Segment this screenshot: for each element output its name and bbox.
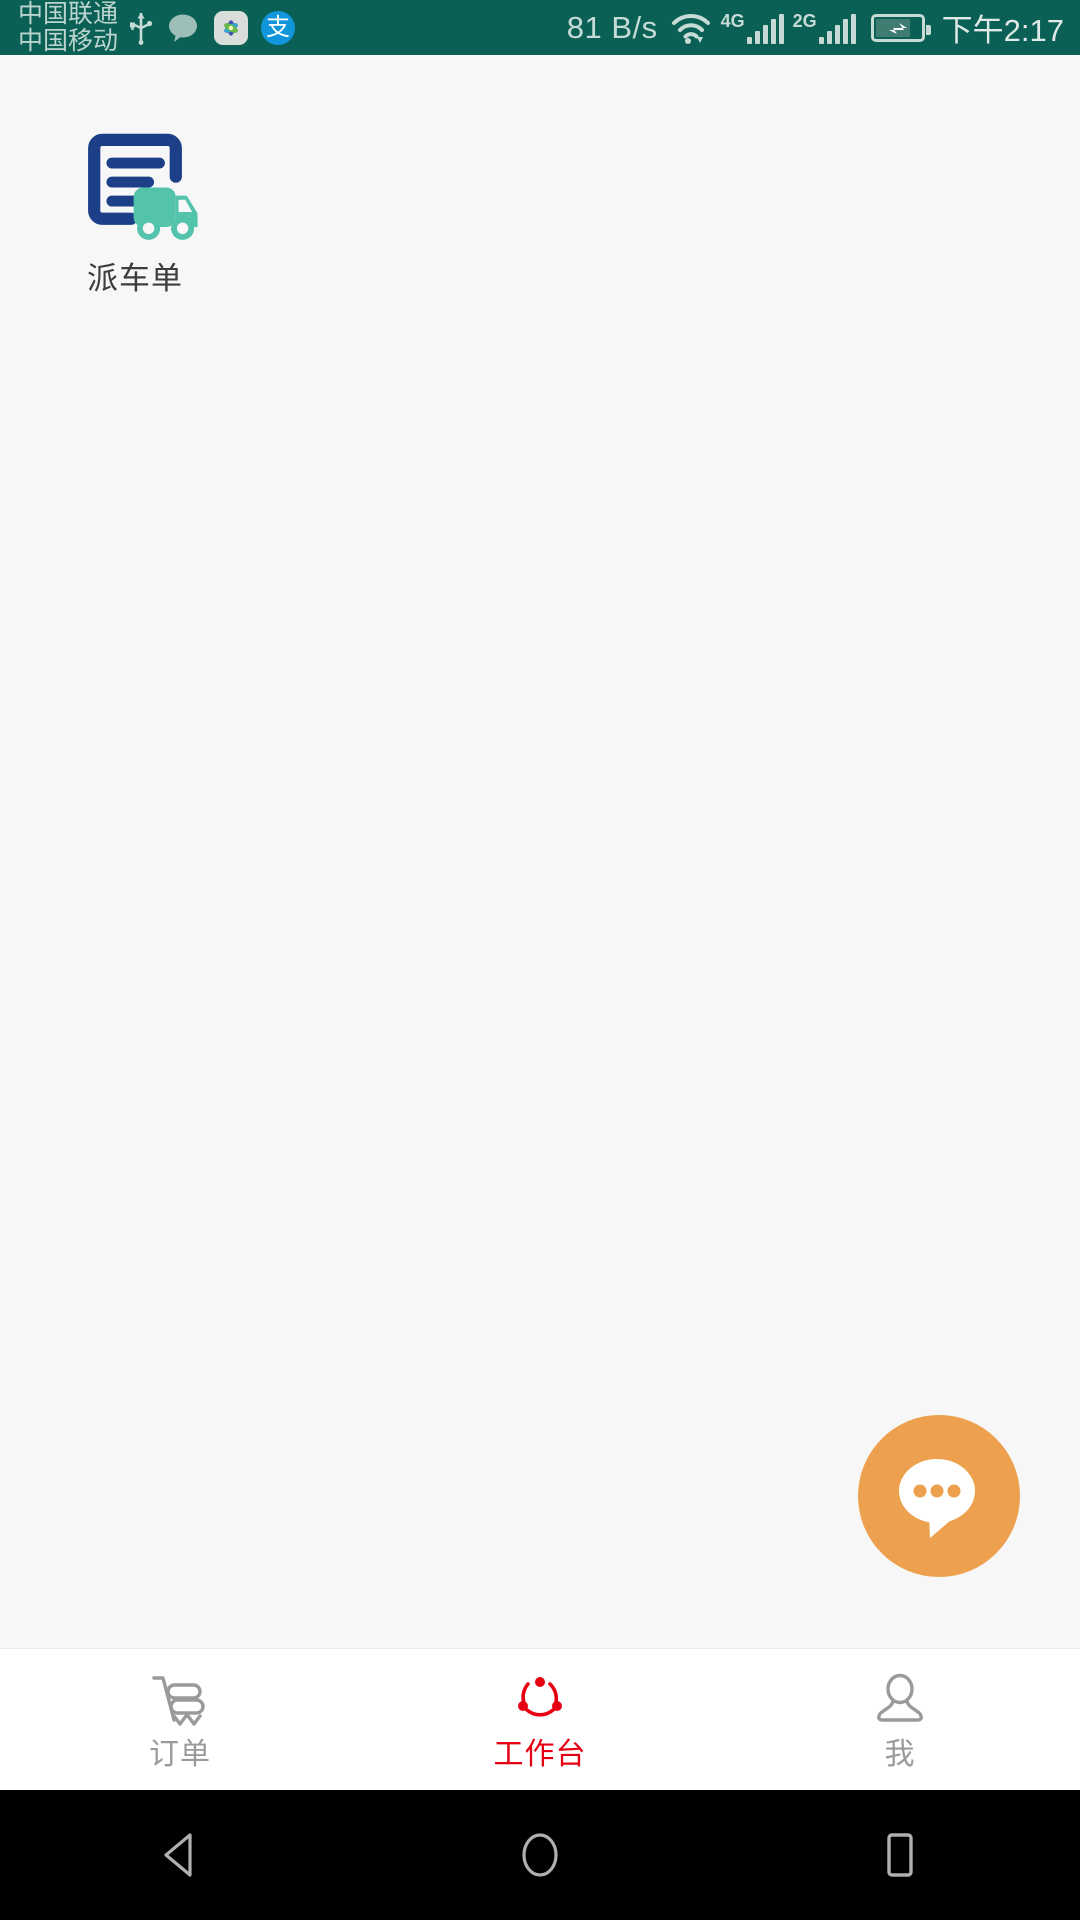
workbench-circle-icon <box>509 1670 571 1732</box>
network-speed-label: 81 B/s <box>566 9 658 45</box>
phone-screen: 中国联通 中国移动 支 81 B/s 4G 2G 下午2:17 派车单 订单 工… <box>0 0 1080 1920</box>
person-icon <box>869 1670 931 1732</box>
app-label-dispatch-order: 派车单 <box>87 261 183 296</box>
tab-orders[interactable]: 订单 <box>0 1649 360 1791</box>
recents-button[interactable] <box>820 1790 980 1920</box>
sim1-signal: 4G <box>721 12 784 44</box>
tab-label-profile: 我 <box>884 1737 916 1771</box>
sim2-signal-bars <box>818 13 856 44</box>
carrier-labels: 中国联通 中国移动 <box>18 0 119 55</box>
home-circle-icon <box>512 1827 568 1883</box>
shopping-cart-icon <box>149 1670 211 1732</box>
status-bar-left-icons: 支 <box>128 10 296 45</box>
usb-icon <box>128 11 154 45</box>
chat-fab[interactable] <box>858 1415 1020 1577</box>
photos-icon <box>214 10 249 45</box>
tab-label-workbench: 工作台 <box>493 1737 587 1771</box>
app-tile-dispatch-order[interactable]: 派车单 <box>0 110 270 297</box>
alipay-icon: 支 <box>261 10 296 45</box>
recents-square-icon <box>872 1827 928 1883</box>
home-button[interactable] <box>460 1790 620 1920</box>
status-bar-right: 81 B/s 4G 2G 下午2:17 <box>567 5 1064 50</box>
sim2-signal: 2G <box>793 12 856 44</box>
dispatch-order-truck-icon <box>67 110 203 246</box>
sim2-network-label: 2G <box>792 10 817 31</box>
back-triangle-icon <box>152 1827 208 1883</box>
back-button[interactable] <box>100 1790 260 1920</box>
sim1-network-label: 4G <box>720 10 745 31</box>
android-navigation-bar <box>0 1790 1080 1920</box>
tab-profile[interactable]: 我 <box>720 1649 1080 1791</box>
carrier-1-label: 中国联通 <box>18 0 119 28</box>
workbench-content: 派车单 <box>0 55 1080 1648</box>
wifi-icon <box>670 11 712 45</box>
clock-label: 下午2:17 <box>941 13 1064 48</box>
carrier-2-label: 中国移动 <box>18 26 119 55</box>
bottom-tab-bar: 订单 工作台 我 <box>0 1648 1080 1790</box>
status-bar: 中国联通 中国移动 支 81 B/s 4G 2G 下午2:17 <box>0 0 1080 55</box>
chat-bubble-dots-icon <box>889 1446 989 1546</box>
tab-workbench[interactable]: 工作台 <box>360 1649 720 1791</box>
tab-label-orders: 订单 <box>149 1737 211 1771</box>
app-grid: 派车单 <box>0 55 1080 297</box>
battery-charging-icon <box>870 13 931 42</box>
message-bubble-icon <box>167 13 201 43</box>
sim1-signal-bars <box>746 13 784 44</box>
